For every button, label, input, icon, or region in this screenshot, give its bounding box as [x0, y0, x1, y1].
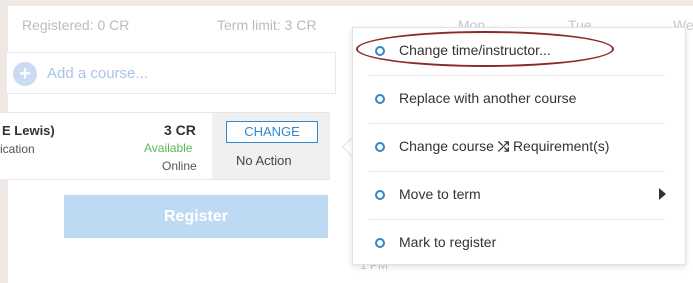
menu-item-label: Replace with another course: [399, 90, 577, 106]
add-course-input[interactable]: + Add a course...: [6, 52, 336, 94]
registered-credits: Registered: 0 CR: [22, 17, 130, 33]
plus-icon: +: [13, 62, 37, 86]
course-subtitle: ication: [0, 142, 35, 156]
menu-item-replace-course[interactable]: Replace with another course: [369, 76, 669, 123]
radio-icon: [375, 94, 385, 104]
highlight-annotation: [356, 31, 614, 67]
radio-icon: [375, 142, 385, 152]
course-row: E Lewis) ication 3 CR Available Online C…: [0, 112, 330, 180]
course-status: Available: [144, 141, 193, 155]
course-action-cell: CHANGE No Action: [212, 113, 330, 179]
action-status: No Action: [236, 153, 292, 168]
course-mode: Online: [162, 159, 197, 173]
menu-item-label: Move to term: [399, 186, 481, 202]
menu-item-extra: Requirement(s): [512, 138, 610, 154]
radio-icon: [375, 190, 385, 200]
shuffle-icon: ⤮: [497, 138, 510, 154]
register-button[interactable]: Register: [64, 195, 328, 238]
add-course-label: Add a course...: [47, 65, 148, 82]
menu-item-change-course[interactable]: Change course ⤮ Requirement(s): [369, 124, 669, 171]
submenu-arrow-icon: [659, 188, 666, 200]
menu-item-mark-to-register[interactable]: Mark to register: [369, 220, 669, 267]
course-instructor: E Lewis): [2, 123, 55, 138]
menu-item-label: Mark to register: [399, 234, 497, 250]
course-credits: 3 CR: [164, 122, 196, 138]
menu-item-label: Change course: [399, 138, 494, 154]
radio-icon: [375, 238, 385, 248]
term-limit: Term limit: 3 CR: [217, 17, 317, 33]
change-button[interactable]: CHANGE: [226, 121, 318, 143]
menu-item-move-to-term[interactable]: Move to term: [369, 172, 669, 219]
